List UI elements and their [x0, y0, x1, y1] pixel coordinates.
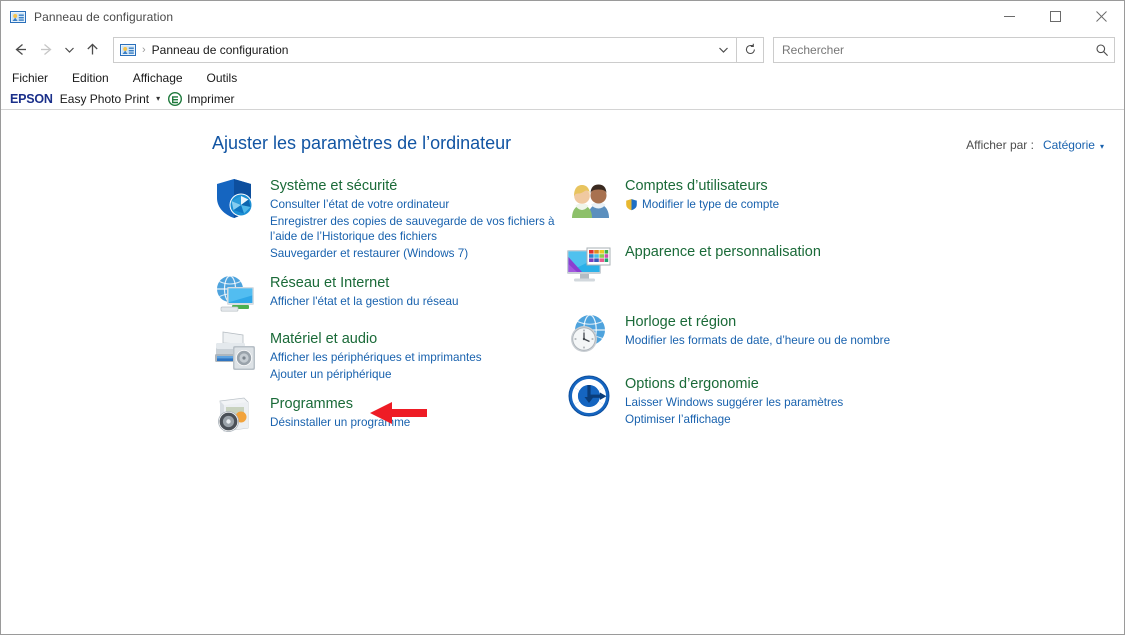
- epson-easy-photo-print-button[interactable]: Easy Photo Print: [60, 92, 149, 106]
- view-by-value[interactable]: Catégorie: [1043, 138, 1095, 152]
- link-add-device[interactable]: Ajouter un périphérique: [270, 367, 482, 383]
- category-user-accounts: Comptes d’utilisateurs Modifier l: [565, 174, 945, 222]
- epson-print-button[interactable]: Imprimer: [187, 92, 234, 106]
- left-column: Système et sécurité Consulter l’état de …: [210, 174, 558, 446]
- category-title-network-internet[interactable]: Réseau et Internet: [270, 274, 389, 293]
- window-title: Panneau de configuration: [34, 10, 173, 24]
- category-body: Système et sécurité Consulter l’état de …: [270, 174, 558, 261]
- minimize-button[interactable]: [986, 1, 1032, 32]
- link-uninstall-program[interactable]: Désinstaller un programme: [270, 415, 410, 431]
- link-check-computer-status[interactable]: Consulter l’état de votre ordinateur: [270, 197, 558, 213]
- back-button[interactable]: [7, 37, 33, 63]
- category-system-security: Système et sécurité Consulter l’état de …: [210, 174, 558, 261]
- clock-region-icon[interactable]: [565, 310, 613, 358]
- forward-button[interactable]: [33, 37, 59, 63]
- user-accounts-icon[interactable]: [565, 174, 613, 222]
- link-network-status[interactable]: Afficher l'état et la gestion du réseau: [270, 294, 458, 310]
- category-title-system-security[interactable]: Système et sécurité: [270, 177, 397, 196]
- category-body: Programmes Désinstaller un programme: [270, 392, 410, 431]
- control-panel-icon: [10, 9, 26, 25]
- menu-edition[interactable]: Edition: [70, 70, 111, 86]
- category-appearance: Apparence et personnalisation: [565, 240, 945, 288]
- menu-bar: Fichier Edition Affichage Outils: [1, 67, 1124, 88]
- category-clock-region: Horloge et région Modifier les formats d…: [565, 310, 945, 358]
- category-body: Comptes d’utilisateurs Modifier l: [625, 174, 779, 213]
- control-panel-window: Panneau de configuration: [0, 0, 1125, 635]
- category-title-clock-region[interactable]: Horloge et région: [625, 313, 736, 332]
- category-body: Apparence et personnalisation: [625, 240, 821, 262]
- view-by-label: Afficher par :: [966, 138, 1034, 152]
- link-label: Modifier le type de compte: [642, 197, 779, 213]
- page-title: Ajuster les paramètres de l’ordinateur: [212, 133, 511, 154]
- programs-icon[interactable]: [210, 392, 258, 440]
- search-box[interactable]: [773, 37, 1115, 63]
- navigation-bar: › Panneau de configuration: [1, 32, 1124, 67]
- menu-outils[interactable]: Outils: [205, 70, 240, 86]
- search-input[interactable]: [774, 43, 1090, 57]
- menu-fichier[interactable]: Fichier: [10, 70, 50, 86]
- link-change-account-type[interactable]: Modifier le type de compte: [625, 197, 779, 213]
- system-security-icon[interactable]: [210, 174, 258, 222]
- print-icon: [168, 92, 182, 106]
- breadcrumb-label[interactable]: Panneau de configuration: [152, 43, 289, 57]
- category-body: Horloge et région Modifier les formats d…: [625, 310, 890, 349]
- epson-toolbar: EPSON Easy Photo Print ▾ Imprimer: [1, 88, 1124, 110]
- ease-of-access-icon[interactable]: [565, 372, 613, 420]
- title-bar: Panneau de configuration: [1, 1, 1124, 32]
- up-button[interactable]: [79, 37, 105, 63]
- link-file-history-backup[interactable]: Enregistrer des copies de sauvegarde de …: [270, 214, 558, 245]
- appearance-icon[interactable]: [565, 240, 613, 288]
- uac-shield-icon: [625, 198, 638, 211]
- address-dropdown-icon[interactable]: [710, 39, 736, 61]
- search-icon[interactable]: [1090, 43, 1114, 57]
- category-hardware-sound: Matériel et audio Afficher les périphéri…: [210, 327, 558, 382]
- category-title-ease-of-access[interactable]: Options d’ergonomie: [625, 375, 759, 394]
- recent-locations-button[interactable]: [59, 37, 79, 63]
- page-header: Ajuster les paramètres de l’ordinateur A…: [1, 110, 1124, 154]
- link-windows-suggest-settings[interactable]: Laisser Windows suggérer les paramètres: [625, 395, 843, 411]
- category-columns: Système et sécurité Consulter l’état de …: [1, 174, 1124, 446]
- category-programs: Programmes Désinstaller un programme: [210, 392, 558, 440]
- link-devices-printers[interactable]: Afficher les périphériques et imprimante…: [270, 350, 482, 366]
- hardware-sound-icon[interactable]: [210, 327, 258, 375]
- link-backup-restore-windows7[interactable]: Sauvegarder et restaurer (Windows 7): [270, 246, 558, 262]
- chevron-down-icon[interactable]: ▾: [1100, 142, 1104, 151]
- menu-affichage[interactable]: Affichage: [131, 70, 185, 86]
- category-title-programs[interactable]: Programmes: [270, 395, 353, 414]
- maximize-button[interactable]: [1032, 1, 1078, 32]
- epson-logo: EPSON: [10, 92, 53, 106]
- category-network-internet: Réseau et Internet Afficher l'état et la…: [210, 271, 558, 319]
- close-button[interactable]: [1078, 1, 1124, 32]
- category-title-hardware-sound[interactable]: Matériel et audio: [270, 330, 377, 349]
- right-column: Comptes d’utilisateurs Modifier l: [565, 174, 945, 446]
- breadcrumb-separator[interactable]: ›: [142, 44, 146, 56]
- link-optimize-display[interactable]: Optimiser l’affichage: [625, 412, 843, 428]
- category-body: Options d’ergonomie Laisser Windows sugg…: [625, 372, 843, 427]
- view-by-control: Afficher par : Catégorie ▾: [966, 138, 1104, 152]
- link-change-date-time-formats[interactable]: Modifier les formats de date, d’heure ou…: [625, 333, 890, 349]
- network-internet-icon[interactable]: [210, 271, 258, 319]
- category-body: Réseau et Internet Afficher l'état et la…: [270, 271, 458, 310]
- address-bar[interactable]: › Panneau de configuration: [113, 37, 737, 63]
- breadcrumb-control-panel-icon: [120, 42, 136, 58]
- control-panel-content: Ajuster les paramètres de l’ordinateur A…: [1, 110, 1124, 634]
- chevron-down-icon[interactable]: ▾: [156, 94, 160, 103]
- category-title-appearance[interactable]: Apparence et personnalisation: [625, 243, 821, 262]
- category-title-user-accounts[interactable]: Comptes d’utilisateurs: [625, 177, 768, 196]
- window-controls: [986, 1, 1124, 32]
- category-body: Matériel et audio Afficher les périphéri…: [270, 327, 482, 382]
- refresh-button[interactable]: [737, 37, 764, 63]
- category-ease-of-access: Options d’ergonomie Laisser Windows sugg…: [565, 372, 945, 427]
